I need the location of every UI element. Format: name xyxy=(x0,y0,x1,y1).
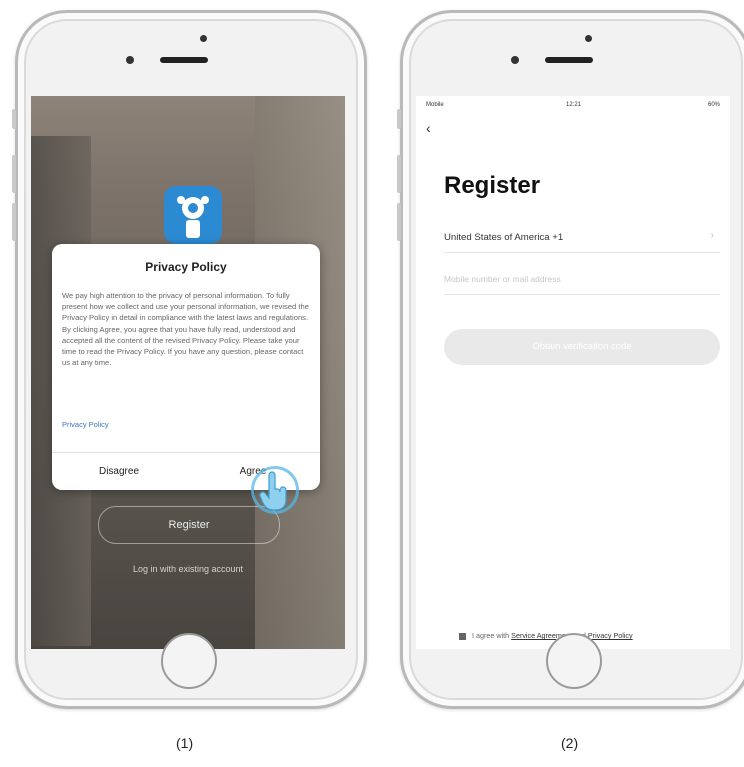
dialog-body-text: We pay high attention to the privacy of … xyxy=(62,291,309,368)
disagree-button[interactable]: Disagree xyxy=(52,466,186,477)
country-selector[interactable]: United States of America +1 › xyxy=(444,226,720,253)
screen-1: Register Log in with existing account Pr… xyxy=(31,96,345,649)
camera-icon xyxy=(585,35,592,42)
agree-button[interactable]: Agree xyxy=(186,466,320,477)
silent-switch xyxy=(397,109,401,129)
divider xyxy=(52,452,320,453)
speaker-grille xyxy=(545,57,593,63)
battery-level: 60% xyxy=(707,102,720,108)
login-existing-link[interactable]: Log in with existing account xyxy=(31,564,345,574)
home-button[interactable] xyxy=(546,633,602,689)
status-bar: Mobile 12:21 60% xyxy=(426,102,720,114)
speaker-grille xyxy=(160,57,208,63)
obtain-verification-code-button[interactable]: Obtain verification code xyxy=(444,329,720,365)
pointing-hand-icon xyxy=(259,471,289,511)
chevron-right-icon: › xyxy=(710,230,714,241)
status-time: 12:21 xyxy=(566,102,582,108)
camera-icon xyxy=(200,35,207,42)
privacy-policy-dialog: Privacy Policy We pay high attention to … xyxy=(52,244,320,490)
chevron-left-icon[interactable]: ‹ xyxy=(426,120,431,136)
agreement-row: I agree with Service Agreement and Priva… xyxy=(459,631,633,640)
volume-up-button xyxy=(397,155,401,193)
volume-up-button xyxy=(12,155,16,193)
sensor-icon xyxy=(126,56,134,64)
account-input-row xyxy=(444,268,720,295)
caption-1: (1) xyxy=(176,735,194,751)
carrier-signal: Mobile xyxy=(426,102,444,108)
page-title: Register xyxy=(444,172,541,199)
agreement-checkbox[interactable] xyxy=(459,632,466,640)
agreement-prefix: I agree with xyxy=(472,631,510,640)
screen-2: Mobile 12:21 60% ‹ Register United State… xyxy=(416,96,730,649)
dialog-title: Privacy Policy xyxy=(145,260,227,274)
privacy-policy-link[interactable]: Privacy Policy xyxy=(588,631,633,640)
caption-2: (2) xyxy=(561,735,579,751)
volume-down-button xyxy=(12,203,16,241)
country-value: United States of America +1 xyxy=(444,232,564,243)
app-logo-icon xyxy=(164,186,222,244)
account-input[interactable] xyxy=(444,274,720,284)
privacy-policy-link[interactable]: Privacy Policy xyxy=(62,420,109,429)
home-button[interactable] xyxy=(161,633,217,689)
phone-frame-2: Mobile 12:21 60% ‹ Register United State… xyxy=(397,10,744,709)
silent-switch xyxy=(12,109,16,129)
volume-down-button xyxy=(397,203,401,241)
phone-frame-1: Register Log in with existing account Pr… xyxy=(12,10,367,709)
register-button[interactable]: Register xyxy=(98,506,280,544)
sensor-icon xyxy=(511,56,519,64)
